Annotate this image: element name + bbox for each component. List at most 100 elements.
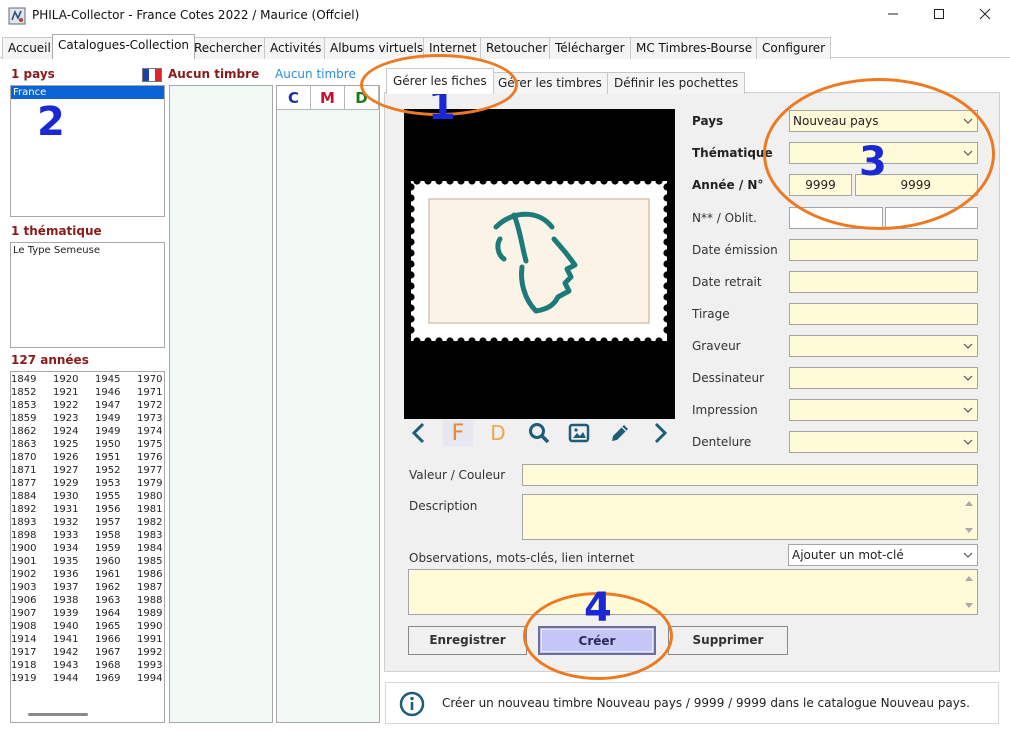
zoom-button[interactable]: [524, 420, 554, 446]
column-m-header[interactable]: M: [311, 86, 345, 110]
year-item[interactable]: 1870: [11, 451, 36, 464]
year-item[interactable]: 1893: [11, 516, 36, 529]
tab-mc-timbres-bourse[interactable]: MC Timbres-Bourse: [630, 37, 759, 59]
maximize-button[interactable]: [916, 0, 962, 32]
year-item[interactable]: 1884: [11, 490, 36, 503]
scroll-up-icon[interactable]: [964, 499, 974, 507]
year-item[interactable]: 1936: [53, 568, 78, 581]
year-item[interactable]: 1951: [95, 451, 120, 464]
subtab-definir-les-pochettes[interactable]: Définir les pochettes: [607, 72, 746, 94]
year-item[interactable]: 1992: [137, 646, 162, 659]
minimize-button[interactable]: [870, 0, 916, 32]
year-item[interactable]: 1852: [11, 386, 36, 399]
year-item[interactable]: 1949: [95, 425, 120, 438]
year-item[interactable]: 1991: [137, 633, 162, 646]
year-item[interactable]: 1952: [95, 464, 120, 477]
year-item[interactable]: 1973: [137, 412, 162, 425]
scroll-down-icon[interactable]: [964, 602, 974, 610]
valeur-input[interactable]: [522, 464, 978, 486]
tab-accueil[interactable]: Accueil: [2, 37, 57, 59]
year-item[interactable]: 1993: [137, 659, 162, 672]
year-item[interactable]: 1918: [11, 659, 36, 672]
years-scrollbar[interactable]: [28, 713, 88, 716]
year-item[interactable]: 1914: [11, 633, 36, 646]
year-item[interactable]: 1971: [137, 386, 162, 399]
year-item[interactable]: 1859: [11, 412, 36, 425]
year-item[interactable]: 1941: [53, 633, 78, 646]
year-item[interactable]: 1975: [137, 438, 162, 451]
year-item[interactable]: 1956: [95, 503, 120, 516]
year-item[interactable]: 1953: [95, 477, 120, 490]
date-retrait-input[interactable]: [789, 271, 978, 293]
year-item[interactable]: 1937: [53, 581, 78, 594]
year-item[interactable]: 1892: [11, 503, 36, 516]
previous-button[interactable]: [404, 420, 434, 446]
subtab-gerer-les-fiches[interactable]: Gérer les fiches: [386, 68, 494, 94]
year-item[interactable]: 1983: [137, 529, 162, 542]
year-item[interactable]: 1921: [53, 386, 78, 399]
timbres-list[interactable]: [169, 85, 273, 723]
column-c-header[interactable]: C: [277, 86, 311, 110]
year-item[interactable]: 1988: [137, 594, 162, 607]
mot-cle-select[interactable]: Ajouter un mot-clé: [788, 544, 978, 566]
year-item[interactable]: 1922: [53, 399, 78, 412]
year-item[interactable]: 1942: [53, 646, 78, 659]
cmd-list[interactable]: C M D: [276, 85, 380, 723]
enregistrer-button[interactable]: Enregistrer: [408, 626, 527, 655]
year-item[interactable]: 1980: [137, 490, 162, 503]
dentelure-select[interactable]: [789, 431, 978, 453]
list-item[interactable]: Le Type Semeuse: [11, 243, 164, 258]
edit-button[interactable]: [605, 420, 635, 446]
year-item[interactable]: 1976: [137, 451, 162, 464]
dessinateur-select[interactable]: [789, 367, 978, 389]
year-item[interactable]: 1979: [137, 477, 162, 490]
year-item[interactable]: 1986: [137, 568, 162, 581]
year-item[interactable]: 1960: [95, 555, 120, 568]
year-item[interactable]: 1990: [137, 620, 162, 633]
year-item[interactable]: 1920: [53, 373, 78, 386]
year-item[interactable]: 1994: [137, 672, 162, 685]
year-item[interactable]: 1972: [137, 399, 162, 412]
tab-catalogues-collection[interactable]: Catalogues-Collection: [52, 34, 196, 59]
year-item[interactable]: 1969: [95, 672, 120, 685]
year-item[interactable]: 1932: [53, 516, 78, 529]
image-button[interactable]: [564, 420, 594, 446]
year-item[interactable]: 1945: [95, 373, 120, 386]
year-item[interactable]: 1982: [137, 516, 162, 529]
year-item[interactable]: 1955: [95, 490, 120, 503]
aucun-timbre-link[interactable]: Aucun timbre: [275, 67, 356, 81]
tab-activites[interactable]: Activités: [264, 37, 328, 59]
list-item[interactable]: France: [11, 86, 164, 99]
year-item[interactable]: 1963: [95, 594, 120, 607]
year-item[interactable]: 1929: [53, 477, 78, 490]
year-item[interactable]: 1989: [137, 607, 162, 620]
year-item[interactable]: 1984: [137, 542, 162, 555]
graveur-select[interactable]: [789, 335, 978, 357]
close-button[interactable]: [962, 0, 1008, 32]
impression-select[interactable]: [789, 399, 978, 421]
year-item[interactable]: 1863: [11, 438, 36, 451]
year-item[interactable]: 1906: [11, 594, 36, 607]
d-button[interactable]: D: [483, 420, 513, 446]
year-item[interactable]: 1967: [95, 646, 120, 659]
year-item[interactable]: 1938: [53, 594, 78, 607]
year-item[interactable]: 1950: [95, 438, 120, 451]
year-item[interactable]: 1871: [11, 464, 36, 477]
year-item[interactable]: 1908: [11, 620, 36, 633]
year-item[interactable]: 1934: [53, 542, 78, 555]
year-item[interactable]: 1902: [11, 568, 36, 581]
year-item[interactable]: 1927: [53, 464, 78, 477]
year-item[interactable]: 1924: [53, 425, 78, 438]
description-textarea[interactable]: [522, 494, 978, 540]
thematique-list[interactable]: Le Type Semeuse: [10, 242, 165, 348]
year-item[interactable]: 1961: [95, 568, 120, 581]
year-item[interactable]: 1985: [137, 555, 162, 568]
observations-textarea[interactable]: [408, 569, 978, 615]
tab-retoucher[interactable]: Retoucher: [480, 37, 554, 59]
next-button[interactable]: [645, 420, 675, 446]
year-item[interactable]: 1970: [137, 373, 162, 386]
year-item[interactable]: 1957: [95, 516, 120, 529]
year-item[interactable]: 1959: [95, 542, 120, 555]
supprimer-button[interactable]: Supprimer: [668, 626, 788, 655]
year-item[interactable]: 1853: [11, 399, 36, 412]
